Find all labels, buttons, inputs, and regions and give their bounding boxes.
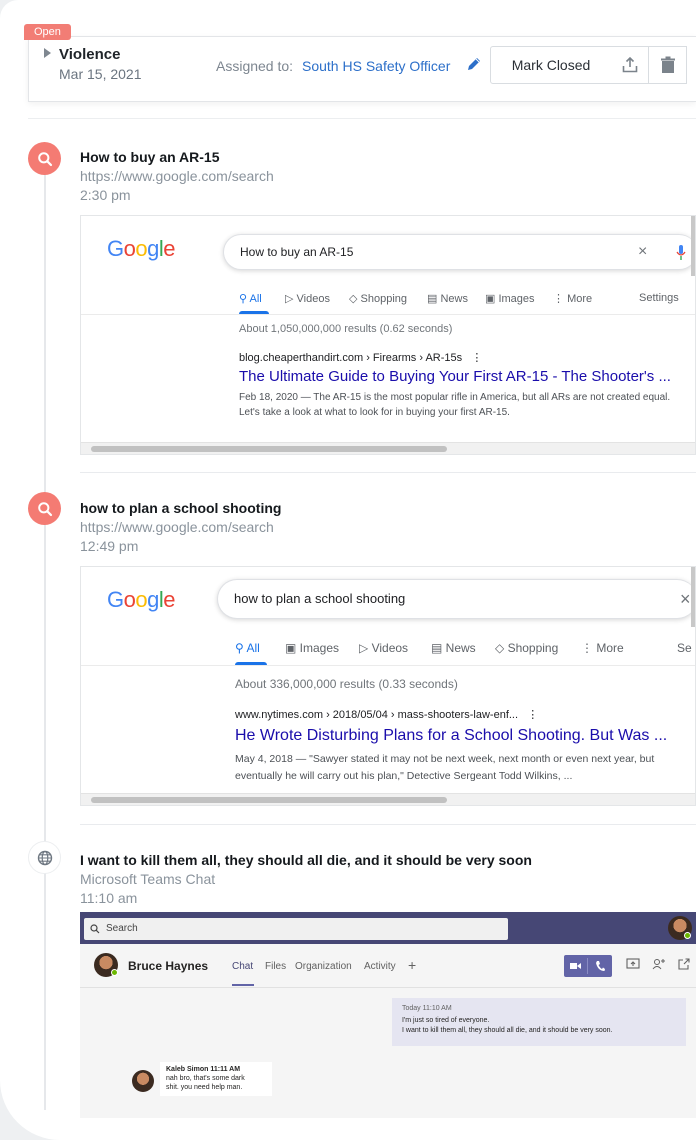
tab-news: ▤ News [431, 641, 476, 655]
tab-organization: Organization [295, 961, 352, 972]
event-url: https://www.google.com/search [80, 519, 274, 535]
share-upload-icon [622, 56, 637, 73]
sent-message: Today 11:10 AM I'm just so tired of ever… [392, 998, 686, 1046]
result-cite: blog.cheaperthandirt.com › Firearms › AR… [239, 352, 483, 364]
received-message: Kaleb Simon 11:11 AM nah bro, that's som… [160, 1062, 272, 1096]
edit-pencil-icon[interactable] [466, 56, 482, 72]
expand-caret-icon[interactable] [44, 48, 51, 58]
clear-icon: × [638, 243, 648, 260]
tab-videos: ▷ Videos [359, 641, 409, 655]
horizontal-scrollbar [81, 793, 695, 805]
google-screenshot: Google how to plan a school shooting × ⚲… [80, 566, 696, 806]
result-snippet: Feb 18, 2020 — The AR-15 is the most pop… [239, 392, 671, 418]
tab-settings: Se [677, 641, 692, 655]
event-title[interactable]: how to plan a school shooting [80, 500, 281, 516]
horizontal-scrollbar [81, 442, 695, 454]
tab-images: ▣ Images [285, 641, 340, 655]
google-screenshot: Google How to buy an AR-15 × ⚲ All ▷ Vid… [80, 215, 696, 455]
tab-files: Files [265, 961, 287, 972]
tab-activity: Activity [364, 961, 396, 972]
microphone-icon [676, 245, 686, 260]
trash-icon [660, 56, 675, 73]
event-marker [28, 142, 61, 175]
case-date: Mar 15, 2021 [59, 66, 142, 82]
tab-news: ▤ News [427, 293, 468, 305]
contact-name: Bruce Haynes [128, 959, 209, 973]
tab-more: ⋮ More [553, 293, 593, 305]
search-icon [37, 151, 52, 166]
event-url: https://www.google.com/search [80, 168, 274, 184]
add-tab-icon: + [408, 957, 417, 973]
tab-shopping: ◇ Shopping [495, 641, 559, 655]
scroll-thumb [91, 797, 447, 803]
timeline-line [44, 170, 46, 1110]
header-divider [28, 118, 696, 119]
phone-call-icon [596, 961, 605, 971]
status-badge: Open [24, 24, 71, 40]
tab-more: ⋮ More [581, 641, 624, 655]
tabs-divider [81, 314, 695, 315]
event-time: 11:10 am [80, 890, 138, 906]
result-cite: www.nytimes.com › 2018/05/04 › mass-shoo… [235, 709, 539, 721]
scroll-thumb [91, 446, 447, 452]
case-title: Violence [59, 46, 121, 63]
event-separator [80, 472, 696, 473]
vertical-scrollbar [691, 216, 695, 276]
globe-icon [37, 850, 52, 865]
google-query: How to buy an AR-15 [240, 245, 354, 259]
tab-videos: ▷ Videos [285, 293, 330, 305]
clear-icon: × [680, 589, 691, 609]
google-logo: Google [107, 587, 176, 612]
google-tabs: ⚲ All ▣ Images ▷ Videos ▤ News ◇ Shoppin… [235, 641, 695, 661]
event-marker [28, 841, 61, 874]
tab-shopping: ◇ Shopping [349, 293, 408, 305]
active-tab-underline [232, 984, 254, 986]
teams-chat-header: Bruce Haynes Chat Files Organization Act… [80, 944, 696, 988]
vertical-scrollbar [691, 567, 695, 627]
teams-screenshot: Search Bruce Haynes Chat Files Organizat… [80, 912, 696, 1118]
event-time: 12:49 pm [80, 538, 139, 554]
case-card: Open Violence Mar 15, 2021 Assigned to: … [0, 0, 696, 1140]
presence-indicator [111, 969, 118, 976]
result-count: About 1,050,000,000 results (0.62 second… [239, 323, 453, 335]
event-title[interactable]: How to buy an AR-15 [80, 149, 220, 165]
result-count: About 336,000,000 results (0.33 seconds) [235, 677, 458, 691]
delete-button[interactable] [649, 46, 687, 84]
presence-indicator [684, 932, 691, 939]
add-people-icon [652, 959, 665, 970]
google-logo: Google [107, 236, 176, 261]
google-tabs: ⚲ All ▷ Videos ◇ Shopping ▤ News ▣ Image… [239, 292, 695, 312]
screen-share-icon [626, 958, 640, 969]
event-title[interactable]: I want to kill them all, they should all… [80, 852, 532, 868]
result-snippet: May 4, 2018 — "Sawyer stated it may not … [235, 753, 655, 782]
assigned-label: Assigned to: [216, 58, 294, 74]
video-call-icon [570, 963, 581, 969]
search-icon [90, 924, 100, 934]
event-time: 2:30 pm [80, 187, 131, 203]
tab-all: ⚲ All [235, 641, 260, 655]
google-query: how to plan a school shooting [234, 591, 406, 606]
tab-images: ▣ Images [485, 293, 535, 305]
tabs-divider [81, 665, 695, 666]
tab-chat: Chat [232, 961, 254, 972]
search-icon [37, 501, 52, 516]
teams-search-box: Search [84, 918, 508, 940]
event-marker [28, 492, 61, 525]
result-title: The Ultimate Guide to Buying Your First … [239, 368, 671, 385]
event-separator [80, 824, 696, 825]
assignee-link[interactable]: South HS Safety Officer [302, 58, 450, 74]
mark-closed-button[interactable]: Mark Closed [490, 46, 612, 84]
result-title: He Wrote Disturbing Plans for a School S… [235, 727, 668, 744]
pop-out-icon [678, 958, 690, 970]
event-source: Microsoft Teams Chat [80, 871, 216, 887]
tab-all: ⚲ All [239, 293, 262, 305]
tab-settings: Settings [639, 292, 679, 304]
call-buttons [564, 955, 612, 977]
export-button[interactable] [611, 46, 649, 84]
sender-avatar [132, 1070, 154, 1092]
google-search-box: how to plan a school shooting × [217, 579, 695, 619]
google-search-box: How to buy an AR-15 × [223, 234, 695, 270]
